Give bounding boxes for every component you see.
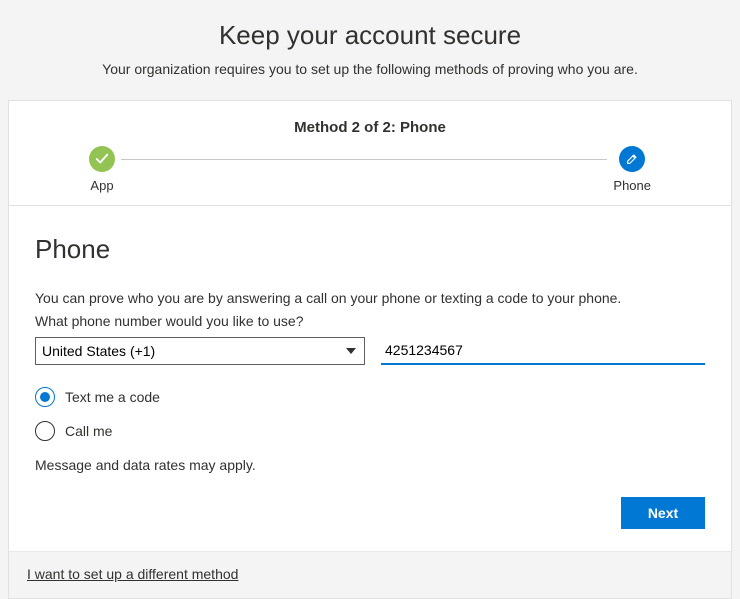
- radio-text-me[interactable]: Text me a code: [35, 387, 705, 407]
- page-title: Keep your account secure: [20, 20, 720, 51]
- step-connector: [121, 159, 607, 160]
- radio-icon: [35, 387, 55, 407]
- method-counter: Method 2 of 2: Phone: [29, 119, 711, 136]
- phone-intro-text: You can prove who you are by answering a…: [35, 289, 705, 309]
- radio-call-me[interactable]: Call me: [35, 421, 705, 441]
- different-method-link[interactable]: I want to set up a different method: [27, 566, 238, 582]
- step-label-app: App: [90, 178, 113, 193]
- rates-disclaimer: Message and data rates may apply.: [35, 457, 705, 473]
- check-icon: [89, 146, 115, 172]
- phone-prompt-text: What phone number would you like to use?: [35, 313, 705, 329]
- pencil-icon: [619, 146, 645, 172]
- step-label-phone: Phone: [613, 178, 651, 193]
- setup-card: Method 2 of 2: Phone App Phone Pho: [8, 100, 732, 599]
- page-subtitle: Your organization requires you to set up…: [20, 61, 720, 77]
- next-button[interactable]: Next: [621, 497, 705, 529]
- phone-number-input[interactable]: [381, 337, 705, 365]
- radio-icon: [35, 421, 55, 441]
- step-app: App: [89, 146, 115, 193]
- step-phone: Phone: [613, 146, 651, 193]
- radio-label-call: Call me: [65, 423, 112, 439]
- country-code-select[interactable]: United States (+1): [35, 337, 365, 365]
- section-title-phone: Phone: [35, 234, 705, 265]
- radio-label-text: Text me a code: [65, 389, 160, 405]
